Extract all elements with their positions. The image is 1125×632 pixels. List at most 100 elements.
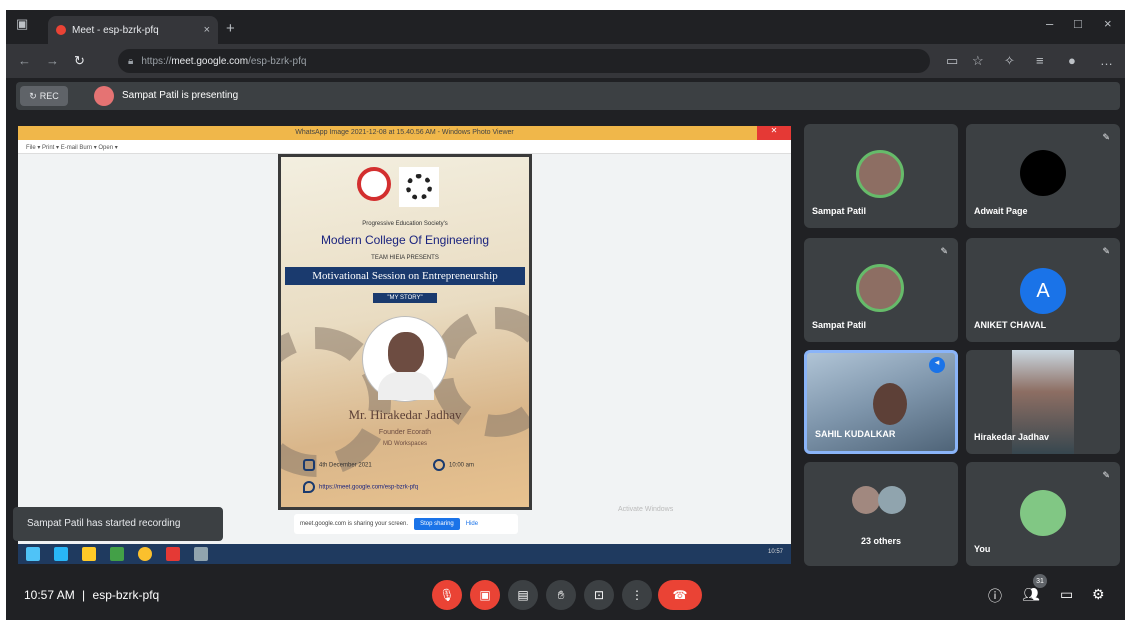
participant-video	[873, 383, 907, 425]
tab-search-icon[interactable]: ▣	[16, 16, 28, 32]
collections-icon[interactable]: ≡	[1036, 53, 1044, 68]
poster-speaker: Mr. Hirakedar Jadhav	[348, 407, 462, 422]
screen-share-bar: meet.google.com is sharing your screen. …	[294, 514, 518, 534]
viewer-menu: File ▾ Print ▾ E-mail Burn ▾ Open ▾	[18, 140, 791, 154]
shared-screen: WhatsApp Image 2021-12-08 at 15.40.56 AM…	[18, 126, 791, 564]
participant-avatar	[856, 264, 904, 312]
raise-hand-button[interactable]: ✋︎	[546, 580, 576, 610]
back-icon[interactable]: ←	[18, 53, 31, 68]
mic-toggle-button[interactable]: 🎙︎	[432, 580, 462, 610]
poster-time: 10:00 am	[433, 459, 474, 471]
participant-name: ANIKET CHAVAL	[974, 320, 1047, 330]
menu-icon[interactable]: …	[1100, 53, 1113, 68]
participant-tile[interactable]: Sampat Patil	[804, 124, 958, 228]
browser-window: ▣ Meet - esp-bzrk-pfq × + – □ × ← → ↻ 🔒︎…	[6, 10, 1125, 620]
recording-button[interactable]: ↻ REC	[20, 86, 68, 106]
photo-viewer-icon[interactable]	[194, 547, 208, 561]
store-icon[interactable]	[110, 547, 124, 561]
leave-call-button[interactable]: ☎︎	[658, 580, 702, 610]
people-count-badge: 31	[1033, 574, 1047, 588]
tab-title: Meet - esp-bzrk-pfq	[72, 24, 159, 36]
edge-icon[interactable]	[54, 547, 68, 561]
participant-name: Hirakedar Jadhav	[974, 432, 1050, 442]
stop-sharing-button[interactable]: Stop sharing	[414, 518, 460, 530]
speaking-icon: ◂	[929, 357, 945, 373]
meeting-details-icon[interactable]: ⓘ	[988, 586, 1002, 606]
mic-off-icon: ✎	[1102, 132, 1110, 142]
meeting-controls: 10:57 AM | esp-bzrk-pfq 🎙︎ ▣ ▤ ✋︎ ⊡ ⋮ ☎︎…	[6, 570, 1125, 620]
others-count: 23 others	[860, 536, 902, 546]
participant-tile[interactable]: ✎ Adwait Page	[966, 124, 1120, 228]
mic-off-icon: ✎	[1102, 470, 1110, 480]
rec-label: REC	[39, 91, 59, 101]
maximize-button[interactable]: □	[1074, 16, 1082, 31]
participant-avatar	[1020, 150, 1066, 196]
participant-tile[interactable]: ✎ A ANIKET CHAVAL	[966, 238, 1120, 342]
activate-windows-watermark: Activate Windows	[618, 506, 674, 513]
address-bar[interactable]: 🔒︎ https:// meet.google.com /esp-bzrk-pf…	[118, 49, 930, 73]
url-prefix: https://	[141, 55, 172, 67]
participant-tile-self[interactable]: ✎ You	[966, 462, 1120, 566]
captions-button[interactable]: ▤	[508, 580, 538, 610]
url-host: meet.google.com	[171, 55, 249, 67]
poster-team: TEAM HIEIA PRESENTS	[371, 255, 439, 261]
meeting-time: 10:57 AM	[24, 588, 75, 602]
taskbar-clock: 10:57	[767, 549, 783, 555]
poster-story: "MY STORY"	[373, 293, 437, 303]
participant-name: Adwait Page	[974, 206, 1028, 216]
college-logo	[357, 167, 391, 201]
participant-tile[interactable]: Hirakedar Jadhav	[966, 350, 1120, 454]
poster-date: 4th December 2021	[303, 459, 372, 471]
calendar-icon	[303, 459, 315, 471]
participant-avatar: A	[1020, 268, 1066, 314]
profile-avatar-icon[interactable]: ●	[1068, 53, 1076, 68]
viewer-close-icon[interactable]: ✕	[757, 126, 791, 140]
windows-taskbar: 10:57	[18, 544, 791, 564]
more-options-button[interactable]: ⋮	[622, 580, 652, 610]
clock-icon	[433, 459, 445, 471]
reload-icon[interactable]: ↻	[74, 53, 85, 69]
participant-avatar	[878, 486, 906, 514]
location-icon	[303, 481, 315, 493]
hide-button[interactable]: Hide	[466, 521, 478, 527]
camera-toggle-button[interactable]: ▣	[470, 580, 500, 610]
present-button[interactable]: ⊡	[584, 580, 614, 610]
participant-tile[interactable]: 23 others	[804, 462, 958, 566]
activities-icon[interactable]: ⚙︎	[1092, 586, 1105, 603]
presenting-bar: ↻ REC Sampat Patil is presenting	[16, 82, 1120, 110]
start-icon[interactable]	[26, 547, 40, 561]
extensions-icon[interactable]: ✧	[1004, 53, 1015, 69]
poster-society: Progressive Education Society's	[362, 221, 448, 227]
self-avatar	[1020, 490, 1066, 536]
tab-meet[interactable]: Meet - esp-bzrk-pfq ×	[48, 16, 218, 44]
minimize-button[interactable]: –	[1046, 16, 1053, 31]
poster-college: Modern College Of Engineering	[320, 233, 490, 247]
participant-tile-active[interactable]: ◂ SAHIL KUDALKAR	[804, 350, 958, 454]
viewer-title: WhatsApp Image 2021-12-08 at 15.40.56 AM…	[18, 126, 791, 140]
society-logo	[399, 167, 439, 207]
poster-url: https://meet.google.com/esp-bzrk-pfq	[303, 481, 418, 493]
chat-icon[interactable]: ▭	[1060, 586, 1073, 603]
poster-director: MD Workspaces	[383, 441, 427, 447]
poster-founder: Founder Ecorath	[378, 429, 432, 436]
participant-tile[interactable]: ✎ Sampat Patil	[804, 238, 958, 342]
address-row: ← → ↻ 🔒︎ https:// meet.google.com /esp-b…	[6, 44, 1125, 78]
participant-name: Sampat Patil	[812, 320, 867, 330]
new-tab-button[interactable]: +	[226, 20, 235, 37]
camera-indicator-icon[interactable]: ▭	[946, 53, 958, 69]
people-icon[interactable]: 👥︎	[1022, 586, 1040, 603]
meet-favicon-icon	[56, 25, 66, 35]
forward-icon[interactable]: →	[46, 53, 59, 68]
explorer-icon[interactable]	[82, 547, 96, 561]
lock-icon: 🔒︎	[128, 55, 134, 67]
tab-close-icon[interactable]: ×	[204, 24, 210, 36]
presenting-text: Sampat Patil is presenting	[122, 90, 239, 101]
app-icon[interactable]	[166, 547, 180, 561]
recording-toast: Sampat Patil has started recording	[13, 507, 223, 541]
mic-off-icon: ✎	[940, 246, 948, 256]
bookmark-icon[interactable]: ☆	[972, 53, 984, 69]
close-window-button[interactable]: ×	[1104, 16, 1112, 31]
participant-avatar	[852, 486, 880, 514]
participant-name: Sampat Patil	[812, 206, 867, 216]
chrome-icon[interactable]	[138, 547, 152, 561]
